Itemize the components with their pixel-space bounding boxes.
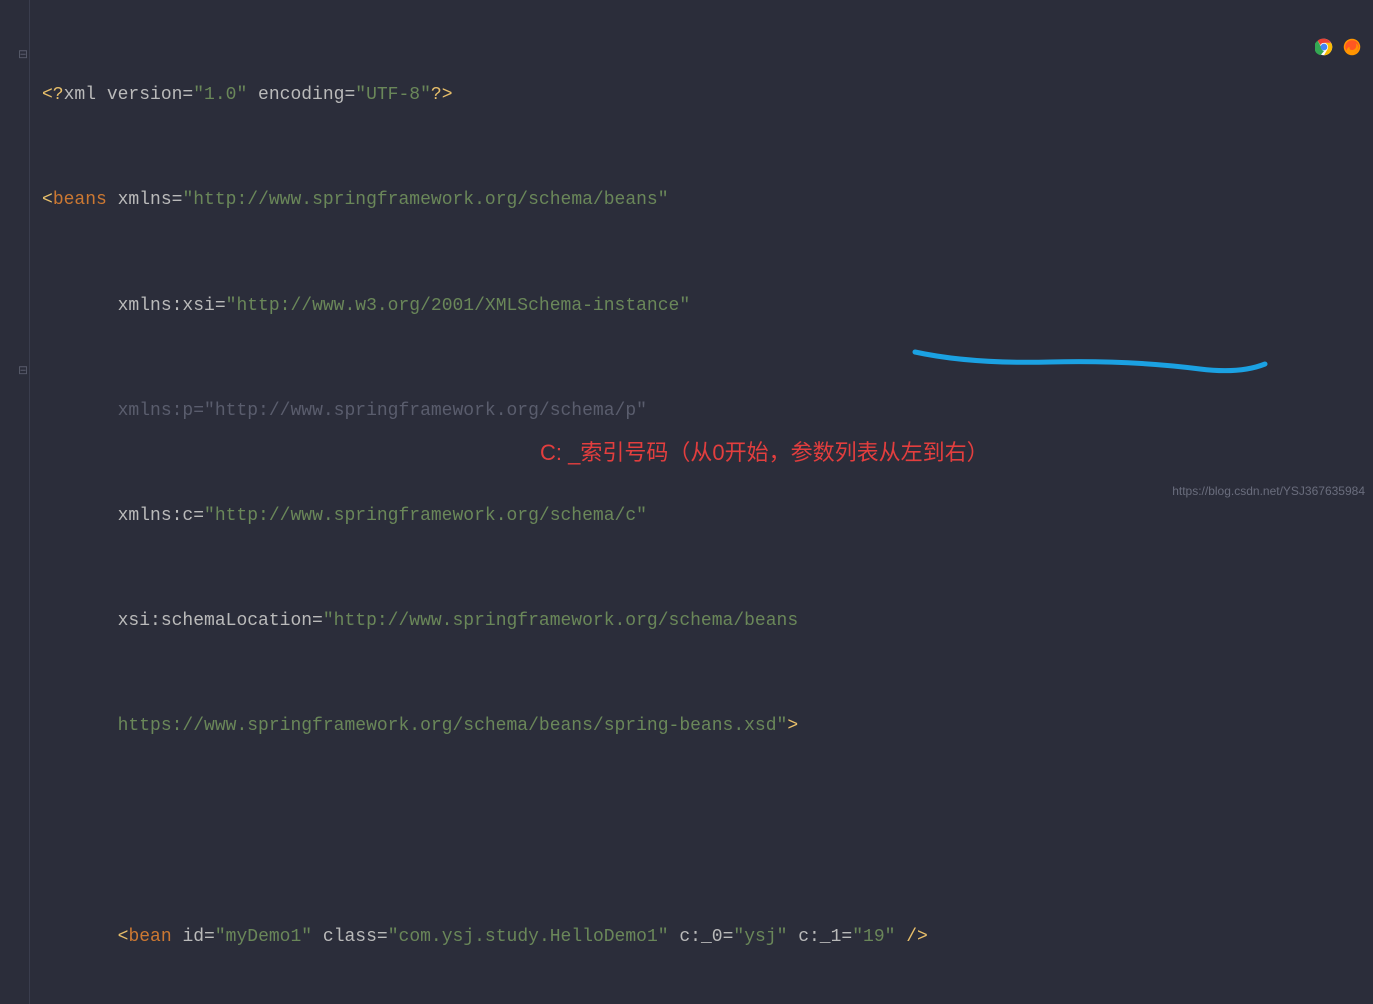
beans-tag: beans [53,190,107,210]
unused-namespace: xmlns:p= [118,401,204,421]
code-editor[interactable]: ⊟ ⊟ <?xml version="1.0" encoding="UTF-8"… [0,0,1373,1004]
watermark: https://blog.csdn.net/YSJ367635984 [1172,484,1365,498]
code-line[interactable]: https://www.springframework.org/schema/b… [42,709,1373,744]
annotation-underline [910,344,1270,390]
bean-tag: bean [128,927,171,947]
code-line[interactable]: <beans xmlns="http://www.springframework… [42,183,1373,218]
annotation-text: C: _索引号码（从0开始，参数列表从左到右） [540,435,989,467]
code-line[interactable]: xsi:schemaLocation="http://www.springfra… [42,604,1373,639]
code-line[interactable]: <?xml version="1.0" encoding="UTF-8"?> [42,78,1373,113]
fold-minus-icon[interactable]: ⊟ [18,44,28,67]
code-line-empty[interactable] [42,815,1373,850]
code-line[interactable]: xmlns:xsi="http://www.w3.org/2001/XMLSch… [42,289,1373,324]
code-line[interactable]: <bean id="myDemo1" class="com.ysj.study.… [42,920,1373,955]
code-line[interactable]: xmlns:p="http://www.springframework.org/… [42,394,1373,429]
xml-open: <? [42,85,64,105]
browser-icons [1315,38,1361,56]
gutter: ⊟ ⊟ [0,0,30,1004]
firefox-icon[interactable] [1343,38,1361,56]
chrome-icon[interactable] [1315,38,1333,56]
code-content[interactable]: <?xml version="1.0" encoding="UTF-8"?> <… [0,8,1373,1004]
fold-end-icon[interactable]: ⊟ [18,360,28,383]
code-line[interactable]: xmlns:c="http://www.springframework.org/… [42,499,1373,534]
